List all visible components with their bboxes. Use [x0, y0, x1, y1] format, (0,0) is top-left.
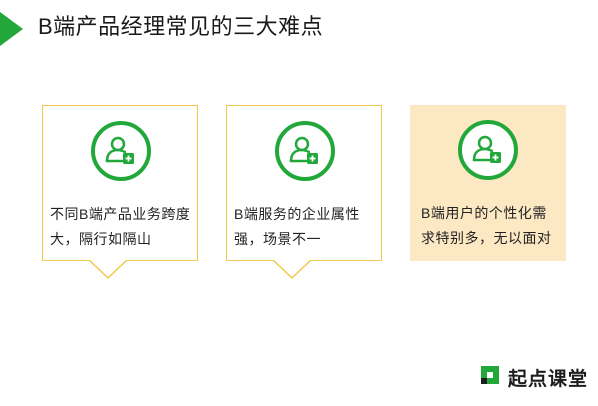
card-text: B端用户的个性化需求特别多，无以面对 [421, 205, 552, 246]
card-2: B端服务的企业属性强，场景不一 [226, 105, 382, 279]
card-tail-inner [89, 259, 127, 277]
add-user-icon [90, 120, 152, 182]
card-text: 不同B端产品业务跨度大，隔行如隔山 [50, 206, 191, 247]
add-user-icon [457, 119, 519, 181]
card-3: B端用户的个性化需求特别多，无以面对 [410, 105, 566, 261]
page-title: B端产品经理常见的三大难点 [38, 14, 324, 39]
title-arrow-marker [0, 12, 23, 46]
brand: 起点课堂 [478, 363, 588, 392]
brand-name: 起点课堂 [507, 368, 588, 390]
card-text: B端服务的企业属性强，场景不一 [234, 206, 360, 247]
card-1: 不同B端产品业务跨度大，隔行如隔山 [42, 105, 198, 279]
card-tail-inner [273, 259, 311, 277]
brand-logo-icon [478, 363, 502, 392]
add-user-icon [274, 120, 336, 182]
